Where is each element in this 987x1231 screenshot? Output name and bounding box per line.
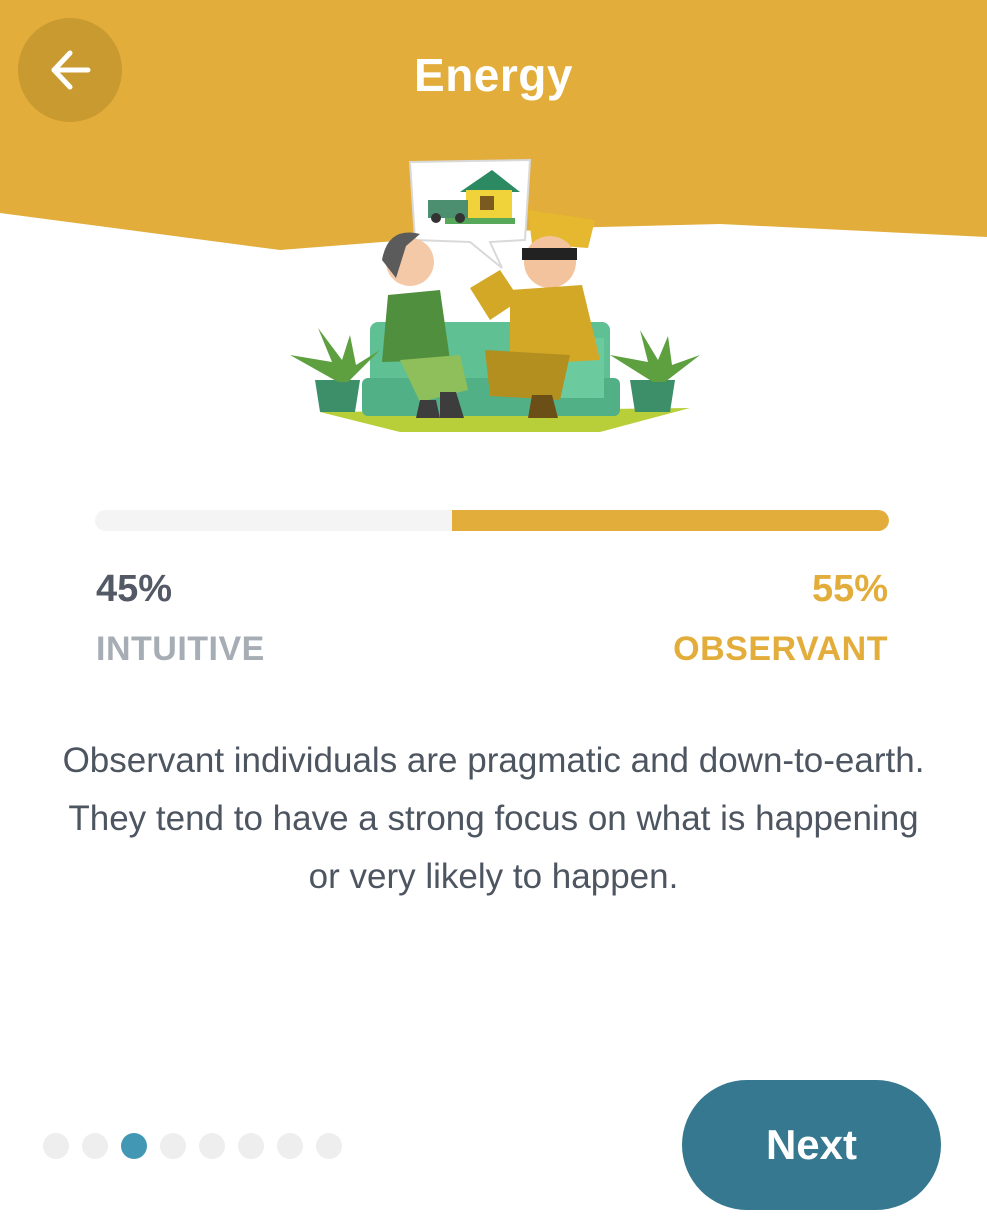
page-dot [43, 1133, 69, 1159]
next-button[interactable]: Next [682, 1080, 941, 1210]
intuitive-percent: 45% [96, 568, 173, 610]
trait-description: Observant individuals are pragmatic and … [62, 741, 925, 896]
page-dot [199, 1133, 225, 1159]
page-indicator [43, 1133, 342, 1159]
page-dot-active [121, 1133, 147, 1159]
page-dot [277, 1133, 303, 1159]
page-dot [160, 1133, 186, 1159]
page-dot [238, 1133, 264, 1159]
trait-progress-bar [95, 510, 889, 531]
page-dot [82, 1133, 108, 1159]
progress-fill-observant [452, 510, 889, 531]
screen: Energy 45% 55% INTUITIVE OBSERVANT Obser… [0, 0, 987, 1231]
illustration-people-on-couch [290, 158, 700, 432]
page-dot [316, 1133, 342, 1159]
intuitive-label: INTUITIVE [96, 630, 265, 668]
observant-percent: 55% [811, 568, 888, 610]
page-title: Energy [414, 49, 573, 101]
observant-label: OBSERVANT [673, 630, 888, 668]
